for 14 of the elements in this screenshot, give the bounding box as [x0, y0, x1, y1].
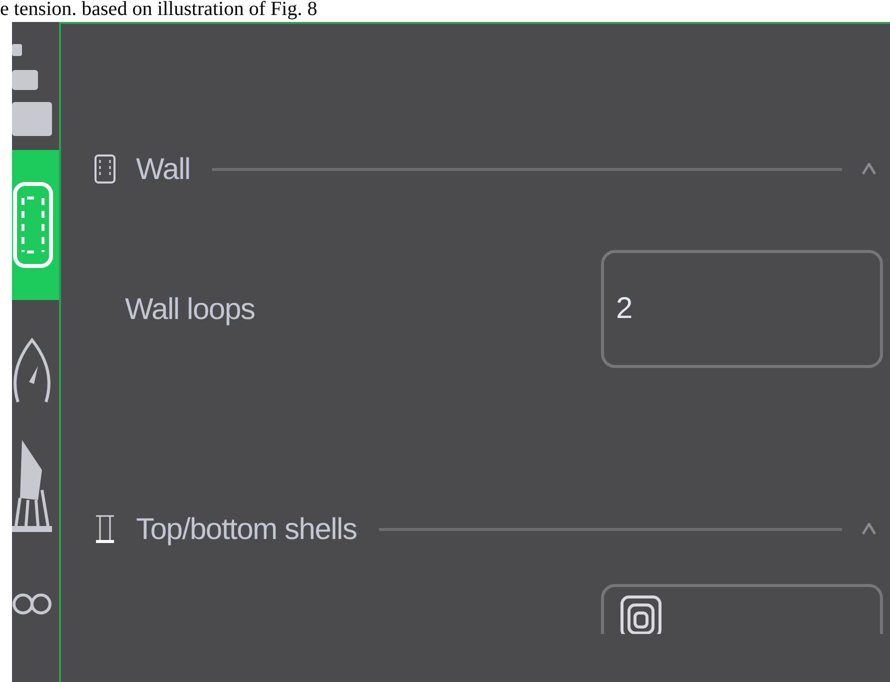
- section-title: Top/bottom shells: [136, 512, 357, 548]
- section-title: Wall: [136, 152, 190, 188]
- caret-icon[interactable]: [862, 523, 876, 535]
- caret-icon[interactable]: [862, 163, 876, 175]
- concentric-icon: [620, 595, 662, 634]
- section-header[interactable]: Wall: [61, 149, 890, 189]
- wall-icon: [94, 154, 116, 184]
- support-icon: [12, 440, 52, 534]
- input-field[interactable]: 2: [601, 250, 883, 368]
- shells-icon: [94, 514, 116, 544]
- setting-label: Wall loops: [125, 292, 256, 328]
- wall-icon: [13, 182, 53, 268]
- caption-text: e tension. based on illustration of Fig. 8: [0, 0, 318, 20]
- section-header[interactable]: Top/bottom shells: [61, 509, 890, 549]
